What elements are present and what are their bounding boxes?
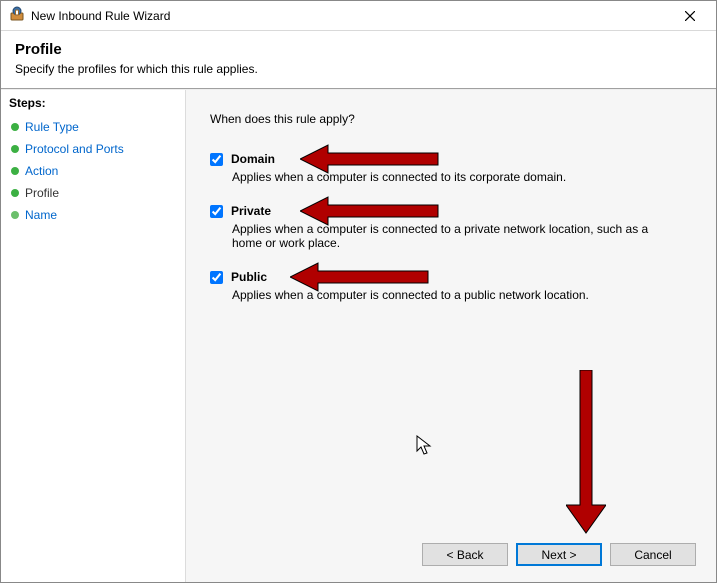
option-public: Public Applies when a computer is connec…	[210, 270, 692, 302]
step-rule-type[interactable]: Rule Type	[9, 116, 177, 138]
checkbox-domain[interactable]	[210, 153, 223, 166]
close-button[interactable]	[670, 2, 710, 30]
step-profile[interactable]: Profile	[9, 182, 177, 204]
step-name[interactable]: Name	[9, 204, 177, 226]
checkbox-private[interactable]	[210, 205, 223, 218]
step-label: Rule Type	[25, 120, 79, 134]
step-action[interactable]: Action	[9, 160, 177, 182]
step-label: Action	[25, 164, 58, 178]
window-title: New Inbound Rule Wizard	[31, 9, 670, 23]
back-button[interactable]: < Back	[422, 543, 508, 566]
wizard-main: When does this rule apply? Domain Applie…	[186, 90, 716, 582]
button-row: < Back Next > Cancel	[422, 543, 696, 566]
steps-heading: Steps:	[9, 96, 177, 110]
app-icon	[9, 6, 25, 25]
close-icon	[685, 11, 695, 21]
page-title: Profile	[15, 41, 702, 58]
step-label: Protocol and Ports	[25, 142, 124, 156]
wizard-header: Profile Specify the profiles for which t…	[1, 31, 716, 88]
step-label: Profile	[25, 186, 59, 200]
step-bullet-icon	[11, 189, 19, 197]
cancel-button[interactable]: Cancel	[610, 543, 696, 566]
annotation-arrow-icon	[566, 370, 606, 535]
option-private: Private Applies when a computer is conne…	[210, 204, 692, 250]
option-description: Applies when a computer is connected to …	[232, 288, 662, 302]
option-label: Public	[231, 270, 267, 284]
page-subtitle: Specify the profiles for which this rule…	[15, 62, 702, 76]
cursor-icon	[416, 435, 434, 457]
wizard-body: Steps: Rule Type Protocol and Ports Acti…	[1, 90, 716, 582]
checkbox-public[interactable]	[210, 271, 223, 284]
option-description: Applies when a computer is connected to …	[232, 222, 662, 250]
next-button[interactable]: Next >	[516, 543, 602, 566]
step-bullet-icon	[11, 211, 19, 219]
option-domain: Domain Applies when a computer is connec…	[210, 152, 692, 184]
step-protocol-and-ports[interactable]: Protocol and Ports	[9, 138, 177, 160]
step-bullet-icon	[11, 167, 19, 175]
option-label: Domain	[231, 152, 275, 166]
step-bullet-icon	[11, 145, 19, 153]
step-label: Name	[25, 208, 57, 222]
option-label: Private	[231, 204, 271, 218]
option-description: Applies when a computer is connected to …	[232, 170, 662, 184]
steps-sidebar: Steps: Rule Type Protocol and Ports Acti…	[1, 90, 186, 582]
question-text: When does this rule apply?	[210, 112, 692, 126]
step-bullet-icon	[11, 123, 19, 131]
titlebar: New Inbound Rule Wizard	[1, 1, 716, 31]
